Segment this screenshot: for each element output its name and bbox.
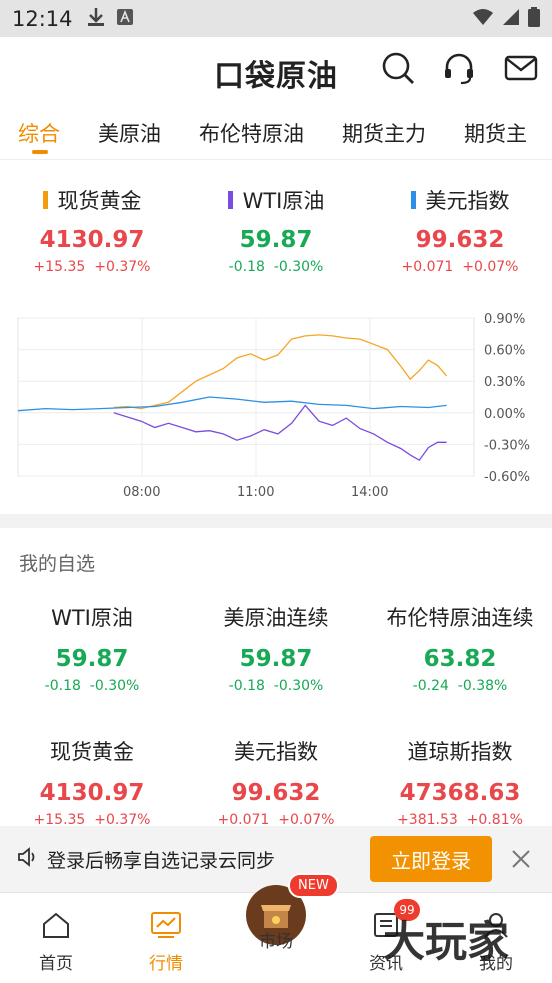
watchlist-title: 我的自选 [19, 553, 96, 575]
x-tick-label: 11:00 [237, 485, 274, 500]
login-prompt-text: 登录后畅享自选记录云同步 [47, 849, 276, 872]
section-divider [0, 514, 552, 528]
tab-brent-crude[interactable]: 布伦特原油 [199, 104, 304, 148]
y-tick-label: -0.30% [484, 438, 530, 453]
nav-quotes[interactable]: 行情 [126, 911, 206, 974]
quote-change: +15.35 +0.37% [33, 259, 151, 275]
series-marker [42, 191, 48, 209]
new-badge: NEW [288, 873, 339, 898]
quote-price: 59.87 [239, 227, 313, 253]
tab-futures-main[interactable]: 期货主力 [342, 104, 426, 148]
quote-price: 4130.97 [39, 227, 145, 253]
comparison-chart[interactable]: 0.90% 0.60% 0.30% 0.00% -0.30% -0.60% 08:00 11:… [0, 310, 552, 505]
headset-icon[interactable] [441, 50, 477, 86]
mail-icon[interactable] [503, 50, 539, 86]
nav-market[interactable]: 市场 [236, 921, 316, 952]
y-tick-label: 0.00% [484, 407, 525, 422]
nav-home[interactable]: 首页 [16, 911, 96, 974]
watch-item-name: 布伦特原油连续 [386, 606, 534, 630]
app-logo: 口袋原油 [214, 59, 338, 94]
watch-item[interactable]: 布伦特原油连续 63.82 -0.24 -0.38% [368, 602, 552, 736]
chart-monitor-icon [151, 912, 181, 938]
quote-price: 99.632 [415, 227, 505, 253]
watch-item-change: -0.18 -0.30% [228, 678, 324, 694]
notification-a-icon [116, 8, 133, 29]
watch-item-price: 59.87 [55, 646, 129, 672]
y-tick-label: 0.90% [484, 312, 525, 327]
watch-item-price: 4130.97 [39, 780, 145, 806]
watermark: 大玩家 [383, 917, 510, 966]
watch-item-change: -0.18 -0.30% [44, 678, 140, 694]
tab-us-crude[interactable]: 美原油 [98, 104, 161, 148]
quote-name: WTI原油 [242, 189, 325, 213]
login-button[interactable]: 立即登录 [370, 836, 492, 882]
login-prompt-bar: 登录后畅享自选记录云同步 立即登录 [0, 826, 552, 892]
series-line [113, 334, 448, 410]
tab-futures-more[interactable]: 期货主 [464, 104, 527, 148]
y-tick-label: 0.30% [484, 375, 525, 390]
speaker-icon [17, 846, 39, 872]
watch-item-price: 47368.63 [399, 780, 521, 806]
series-marker [227, 191, 233, 209]
battery-icon [528, 6, 540, 31]
status-time: 12:14 [12, 6, 73, 31]
signal-icon [502, 8, 520, 30]
watch-item-name: 现货黄金 [50, 740, 134, 764]
watch-item-name: WTI原油 [51, 606, 133, 630]
watch-item-price: 63.82 [423, 646, 497, 672]
quote-gold[interactable]: 现货黄金 4130.97 +15.35 +0.37% [0, 185, 184, 275]
watch-item-name: 美原油连续 [223, 606, 329, 630]
quote-name: 现货黄金 [57, 189, 142, 213]
series-line [17, 396, 447, 412]
nav-label: 行情 [149, 954, 183, 974]
watch-item[interactable]: WTI原油 59.87 -0.18 -0.30% [0, 602, 184, 736]
x-tick-label: 14:00 [351, 485, 388, 500]
series-line [113, 404, 447, 462]
watch-item-price: 59.87 [239, 646, 313, 672]
x-tick-label: 08:00 [123, 485, 160, 500]
quote-summary: 现货黄金 4130.97 +15.35 +0.37% WTI原油 59.87 -… [0, 185, 552, 275]
nav-label: 首页 [39, 954, 73, 974]
nav-label: 市场 [259, 932, 293, 952]
wifi-icon [472, 8, 494, 30]
y-tick-label: 0.60% [484, 344, 525, 359]
tab-comprehensive[interactable]: 综合 [18, 104, 60, 154]
y-tick-label: -0.60% [484, 470, 530, 485]
watch-item-name: 道琼斯指数 [407, 740, 513, 764]
close-icon[interactable] [508, 846, 534, 872]
status-bar: 12:14 [0, 0, 552, 37]
chart-svg: 0.90% 0.60% 0.30% 0.00% -0.30% -0.60% 08:00 11:… [17, 312, 530, 500]
quote-name: 美元指数 [425, 189, 510, 213]
series-marker [410, 191, 416, 209]
app-header: 口袋原油 [0, 37, 552, 101]
home-icon [43, 912, 69, 938]
quote-usd-index[interactable]: 美元指数 99.632 +0.071 +0.07% [368, 185, 552, 275]
download-icon [87, 7, 105, 31]
quote-wti[interactable]: WTI原油 59.87 -0.18 -0.30% [184, 185, 368, 275]
search-icon[interactable] [380, 50, 416, 86]
market-tabs: 综合 美原油 布伦特原油 期货主力 期货主 [0, 104, 552, 160]
watch-item-name: 美元指数 [234, 740, 318, 764]
quote-change: -0.18 -0.30% [228, 259, 324, 275]
watch-item-change: -0.24 -0.38% [412, 678, 508, 694]
watch-item-price: 99.632 [231, 780, 321, 806]
watch-item[interactable]: 美原油连续 59.87 -0.18 -0.30% [184, 602, 368, 736]
quote-change: +0.071 +0.07% [401, 259, 519, 275]
